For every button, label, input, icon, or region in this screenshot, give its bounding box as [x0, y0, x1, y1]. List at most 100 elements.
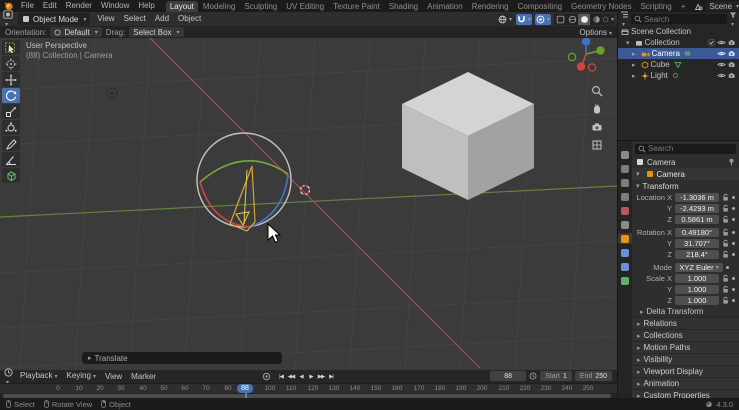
delta-transform-panel[interactable]: Delta Transform — [632, 306, 739, 317]
animate-dot[interactable] — [732, 299, 735, 302]
eye-icon[interactable] — [717, 50, 726, 57]
lock-icon[interactable] — [722, 193, 729, 202]
tab-output[interactable] — [618, 177, 632, 188]
panel-relations[interactable]: Relations — [632, 317, 739, 329]
tab-constraints[interactable] — [618, 247, 632, 258]
tool-add-cube[interactable] — [2, 168, 20, 183]
filter-icon[interactable] — [729, 11, 737, 28]
menu-timeline-view[interactable]: View — [103, 371, 124, 383]
tab-render[interactable] — [618, 163, 632, 174]
tool-cursor[interactable] — [2, 56, 20, 71]
menu-render[interactable]: Render — [64, 0, 94, 12]
camera-render-icon[interactable] — [728, 39, 736, 46]
tab-scene[interactable] — [618, 205, 632, 216]
tab-rendering[interactable]: Rendering — [468, 1, 513, 12]
tab-tool[interactable] — [618, 149, 632, 160]
lock-icon[interactable] — [722, 239, 729, 248]
jump-to-start-button[interactable]: |◀ — [277, 372, 285, 381]
camera-render-icon[interactable] — [728, 72, 736, 79]
animate-dot[interactable] — [726, 266, 729, 269]
outliner-row-scene-collection[interactable]: Scene Collection — [618, 26, 739, 37]
play-button[interactable]: ▶ — [307, 372, 315, 381]
rotation-x-field[interactable]: 0.49180° — [675, 228, 719, 237]
start-frame-field[interactable]: Start1 — [540, 371, 572, 381]
menu-edit[interactable]: Edit — [41, 0, 59, 12]
tab-scripting[interactable]: Scripting — [637, 1, 676, 12]
menu-marker[interactable]: Marker — [129, 371, 158, 383]
shading-solid-button[interactable] — [578, 14, 590, 25]
lock-icon[interactable] — [722, 228, 729, 237]
rotation-y-field[interactable]: 31.707° — [675, 239, 719, 248]
pan-hand-icon[interactable] — [590, 102, 603, 115]
pin-icon[interactable] — [728, 158, 735, 166]
animate-dot[interactable] — [732, 242, 735, 245]
outliner-row-cube[interactable]: Cube — [618, 59, 739, 70]
properties-search-input[interactable]: Search — [635, 144, 736, 154]
tool-measure[interactable] — [2, 152, 20, 167]
prev-keyframe-button[interactable]: ◀◀ — [287, 372, 295, 381]
next-keyframe-button[interactable]: ▶▶ — [317, 372, 325, 381]
tab-animation[interactable]: Animation — [423, 1, 467, 12]
camera-view-icon[interactable] — [590, 120, 603, 133]
viewport-3d[interactable]: User Perspective (88) Collection | Camer… — [0, 38, 617, 370]
animate-dot[interactable] — [732, 277, 735, 280]
outliner-search-input[interactable]: Search — [631, 14, 727, 24]
options-menu[interactable]: Options — [579, 28, 612, 37]
menu-keying[interactable]: Keying — [64, 370, 97, 383]
panel-visibility[interactable]: Visibility — [632, 353, 739, 365]
tab-physics[interactable] — [618, 261, 632, 272]
tab-shading[interactable]: Shading — [385, 1, 422, 12]
tab-view-layer[interactable] — [618, 191, 632, 202]
animate-dot[interactable] — [732, 231, 735, 234]
navigation-gizmo[interactable] — [566, 38, 606, 78]
lock-icon[interactable] — [722, 204, 729, 213]
eye-icon[interactable] — [717, 39, 726, 46]
tool-annotate[interactable] — [2, 136, 20, 151]
location-y-field[interactable]: -2.4293 m — [675, 204, 719, 213]
scene-select[interactable]: Scene — [706, 1, 739, 11]
tool-transform[interactable] — [2, 120, 20, 135]
tab-object[interactable] — [618, 233, 632, 244]
lock-icon[interactable] — [722, 285, 729, 294]
auto-key-button[interactable] — [262, 372, 271, 381]
tool-rotate[interactable] — [2, 88, 20, 103]
location-x-field[interactable]: -1.3036 m — [675, 193, 719, 202]
add-workspace-button[interactable]: + — [677, 1, 690, 12]
lock-icon[interactable] — [722, 250, 729, 259]
rotation-mode-select[interactable]: XYZ Euler — [675, 263, 723, 272]
outliner-row-camera[interactable]: Camera — [618, 48, 739, 59]
animate-dot[interactable] — [732, 253, 735, 256]
tab-texture-paint[interactable]: Texture Paint — [329, 1, 384, 12]
menu-object[interactable]: Object — [176, 13, 203, 25]
timeline-ruler[interactable]: 0 10 20 30 40 50 60 70 80 100 110 120 13… — [0, 383, 617, 393]
lock-icon[interactable] — [722, 274, 729, 283]
animate-dot[interactable] — [732, 207, 735, 210]
lock-icon[interactable] — [722, 215, 729, 224]
rotation-z-field[interactable]: 218.4° — [675, 250, 719, 259]
tab-layout[interactable]: Layout — [166, 1, 198, 12]
menu-select[interactable]: Select — [122, 13, 148, 25]
shading-wireframe-button[interactable] — [566, 14, 578, 25]
tab-uv-editing[interactable]: UV Editing — [282, 1, 328, 12]
transform-orientation-select[interactable] — [497, 14, 513, 25]
menu-file[interactable]: File — [19, 0, 36, 12]
menu-view[interactable]: View — [95, 13, 116, 25]
panel-animation[interactable]: Animation — [632, 377, 739, 389]
panel-collections[interactable]: Collections — [632, 329, 739, 341]
transform-section-header[interactable]: Transform — [632, 180, 739, 192]
panel-custom-properties[interactable]: Custom Properties — [632, 389, 739, 398]
tab-object-data[interactable] — [618, 275, 632, 286]
animate-dot[interactable] — [732, 196, 735, 199]
shading-material-button[interactable] — [590, 14, 602, 25]
animate-dot[interactable] — [732, 218, 735, 221]
panel-viewport-display[interactable]: Viewport Display — [632, 365, 739, 377]
end-frame-field[interactable]: End250 — [575, 371, 612, 381]
menu-help[interactable]: Help — [136, 0, 156, 12]
perspective-toggle-icon[interactable] — [590, 138, 603, 151]
scale-y-field[interactable]: 1.000 — [675, 285, 719, 294]
outliner-editor-icon[interactable] — [620, 10, 629, 28]
shading-rendered-button[interactable] — [602, 14, 614, 25]
menu-add[interactable]: Add — [153, 13, 171, 25]
outliner-row-collection[interactable]: Collection — [618, 37, 739, 48]
exclude-checkbox[interactable] — [708, 39, 715, 46]
